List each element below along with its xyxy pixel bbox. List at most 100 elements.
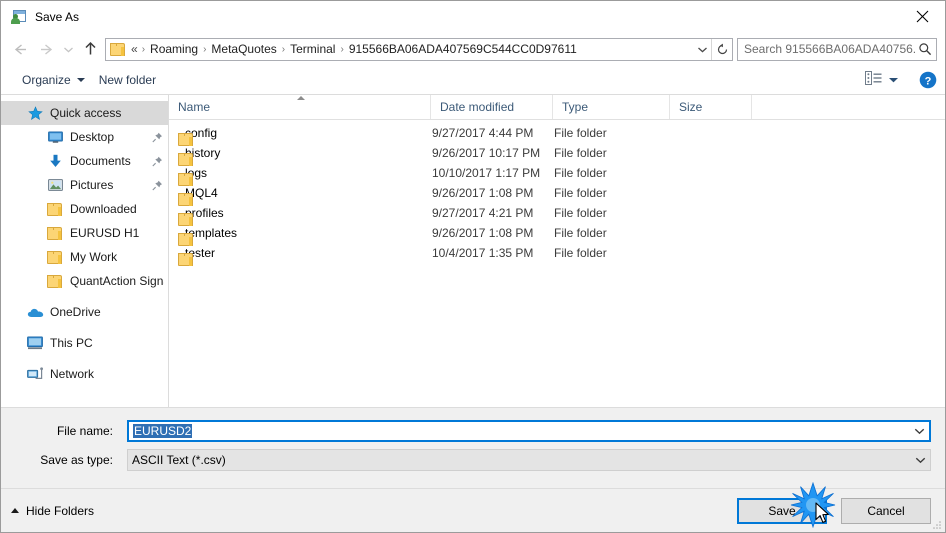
new-folder-label: New folder <box>98 72 157 87</box>
table-row[interactable]: profiles 9/27/2017 4:21 PM File folder <box>169 203 945 226</box>
file-type-cell: File folder <box>554 226 607 240</box>
file-date-cell: 9/27/2017 4:21 PM <box>432 206 534 220</box>
onedrive-cloud-icon <box>25 304 45 320</box>
hide-folders-button[interactable]: Hide Folders <box>11 504 94 518</box>
chevron-down-icon <box>888 73 899 87</box>
pin-icon[interactable] <box>150 132 164 143</box>
save-as-icon <box>11 9 27 25</box>
file-date-cell: 10/4/2017 1:35 PM <box>432 246 534 260</box>
breadcrumb-item-0[interactable]: Roaming <box>147 42 201 56</box>
column-header-label: Type <box>562 100 589 114</box>
navigation-sidebar: Quick access Desktop Documents Pictures … <box>1 95 169 407</box>
organize-label: Organize <box>22 72 71 87</box>
breadcrumb-separator: › <box>203 43 207 55</box>
chevron-down-icon[interactable] <box>911 456 930 464</box>
file-name-cell: logs <box>169 166 431 186</box>
breadcrumb-item-2[interactable]: Terminal <box>287 42 338 56</box>
breadcrumb-separator: › <box>281 43 286 55</box>
view-options-button[interactable] <box>859 69 905 90</box>
dialog-body: Quick access Desktop Documents Pictures … <box>1 95 945 407</box>
column-header-type[interactable]: Type <box>553 95 670 119</box>
new-folder-button[interactable]: New folder <box>92 70 163 90</box>
table-row[interactable]: tester 10/4/2017 1:35 PM File folder <box>169 243 945 266</box>
file-type-cell: File folder <box>554 206 607 220</box>
chevron-up-icon <box>11 508 19 513</box>
sidebar-item-quick-access[interactable]: Quick access <box>1 101 168 125</box>
file-date-cell: 9/26/2017 1:08 PM <box>432 186 534 200</box>
column-header-name[interactable]: Name <box>169 95 431 119</box>
sidebar-item-pictures[interactable]: Pictures <box>1 173 168 197</box>
folder-icon <box>110 42 126 56</box>
pin-icon[interactable] <box>150 180 164 191</box>
desktop-icon <box>45 129 65 145</box>
title-bar: Save As <box>1 1 945 33</box>
chevron-down-icon <box>76 77 85 82</box>
file-name-cell: templates <box>169 226 431 246</box>
breadcrumb-item-1[interactable]: MetaQuotes <box>208 42 279 56</box>
pin-icon[interactable] <box>150 156 164 167</box>
command-bar: Organize New folder ? <box>1 65 945 95</box>
organize-button[interactable]: Organize <box>15 70 92 90</box>
sidebar-item-label: Downloaded <box>70 202 137 216</box>
file-list-rows: config 9/27/2017 4:44 PM File folder his… <box>169 120 945 407</box>
breadcrumb-separator: › <box>340 43 344 55</box>
table-row[interactable]: config 9/27/2017 4:44 PM File folder <box>169 123 945 146</box>
forward-arrow-icon[interactable] <box>33 37 59 61</box>
file-list-pane: Name Date modified Type Size config 9/27… <box>169 95 945 407</box>
breadcrumb-separator: › <box>141 43 146 55</box>
save-as-type-select[interactable]: ASCII Text (*.csv) <box>127 449 931 471</box>
chevron-down-icon[interactable] <box>693 39 711 60</box>
close-button[interactable] <box>899 1 945 32</box>
file-name-cell: MQL4 <box>169 186 431 206</box>
table-row[interactable]: MQL4 9/26/2017 1:08 PM File folder <box>169 183 945 206</box>
column-header-label: Date modified <box>440 100 515 114</box>
sidebar-item-network[interactable]: Network <box>1 362 168 386</box>
search-input[interactable]: Search 915566BA06ADA40756... <box>737 37 937 61</box>
table-row[interactable]: templates 9/26/2017 1:08 PM File folder <box>169 223 945 246</box>
breadcrumb-overflow[interactable]: « <box>130 42 140 56</box>
save-as-type-value: ASCII Text (*.csv) <box>132 453 226 467</box>
column-header-size[interactable]: Size <box>670 95 752 119</box>
column-header-date-modified[interactable]: Date modified <box>431 95 553 119</box>
sort-ascending-icon <box>297 96 305 100</box>
folder-icon <box>45 273 65 289</box>
sidebar-item-label: Documents <box>70 154 131 168</box>
file-type-row: Save as type: ASCII Text (*.csv) <box>15 449 931 471</box>
help-button[interactable]: ? <box>919 71 937 89</box>
resize-grip-icon[interactable] <box>930 518 942 530</box>
chevron-down-icon[interactable] <box>910 427 929 435</box>
save-button[interactable]: Save <box>737 497 827 524</box>
sidebar-item-label: Quick access <box>50 106 122 120</box>
table-row[interactable]: logs 10/10/2017 1:17 PM File folder <box>169 163 945 186</box>
sidebar-item-label: This PC <box>50 336 93 350</box>
cancel-button[interactable]: Cancel <box>841 497 931 524</box>
sidebar-item-desktop[interactable]: Desktop <box>1 125 168 149</box>
folder-icon <box>45 249 65 265</box>
sidebar-item-onedrive[interactable]: OneDrive <box>1 300 168 324</box>
file-name-label: File name: <box>56 424 113 438</box>
file-date-cell: 10/10/2017 1:17 PM <box>432 166 541 180</box>
recent-locations-chevron-icon[interactable] <box>59 37 77 61</box>
sidebar-item-my-work[interactable]: My Work <box>1 245 168 269</box>
hide-folders-label: Hide Folders <box>26 503 95 518</box>
table-row[interactable]: history 9/26/2017 10:17 PM File folder <box>169 143 945 166</box>
breadcrumb-item-3[interactable]: 915566BA06ADA407569C544CC0D97611 <box>346 42 580 56</box>
file-name-input[interactable]: EURUSD2 <box>127 420 931 442</box>
sidebar-item-label: QuantAction Signal <box>70 274 164 288</box>
sidebar-item-quantaction-signal[interactable]: QuantAction Signal <box>1 269 168 293</box>
sidebar-item-label: My Work <box>70 250 118 264</box>
refresh-icon[interactable] <box>711 38 732 60</box>
back-arrow-icon[interactable] <box>7 37 33 61</box>
file-list-header: Name Date modified Type Size <box>169 95 945 120</box>
this-pc-icon <box>25 335 45 351</box>
address-bar[interactable]: « › Roaming › MetaQuotes › Terminal › 91… <box>105 37 733 61</box>
sidebar-item-documents[interactable]: Documents <box>1 149 168 173</box>
sidebar-item-eurusd-h1[interactable]: EURUSD H1 <box>1 221 168 245</box>
sidebar-item-downloaded[interactable]: Downloaded <box>1 197 168 221</box>
up-arrow-icon[interactable] <box>77 37 103 61</box>
sidebar-item-this-pc[interactable]: This PC <box>1 331 168 355</box>
column-header-filler <box>752 95 945 119</box>
file-type-cell: File folder <box>554 146 607 160</box>
